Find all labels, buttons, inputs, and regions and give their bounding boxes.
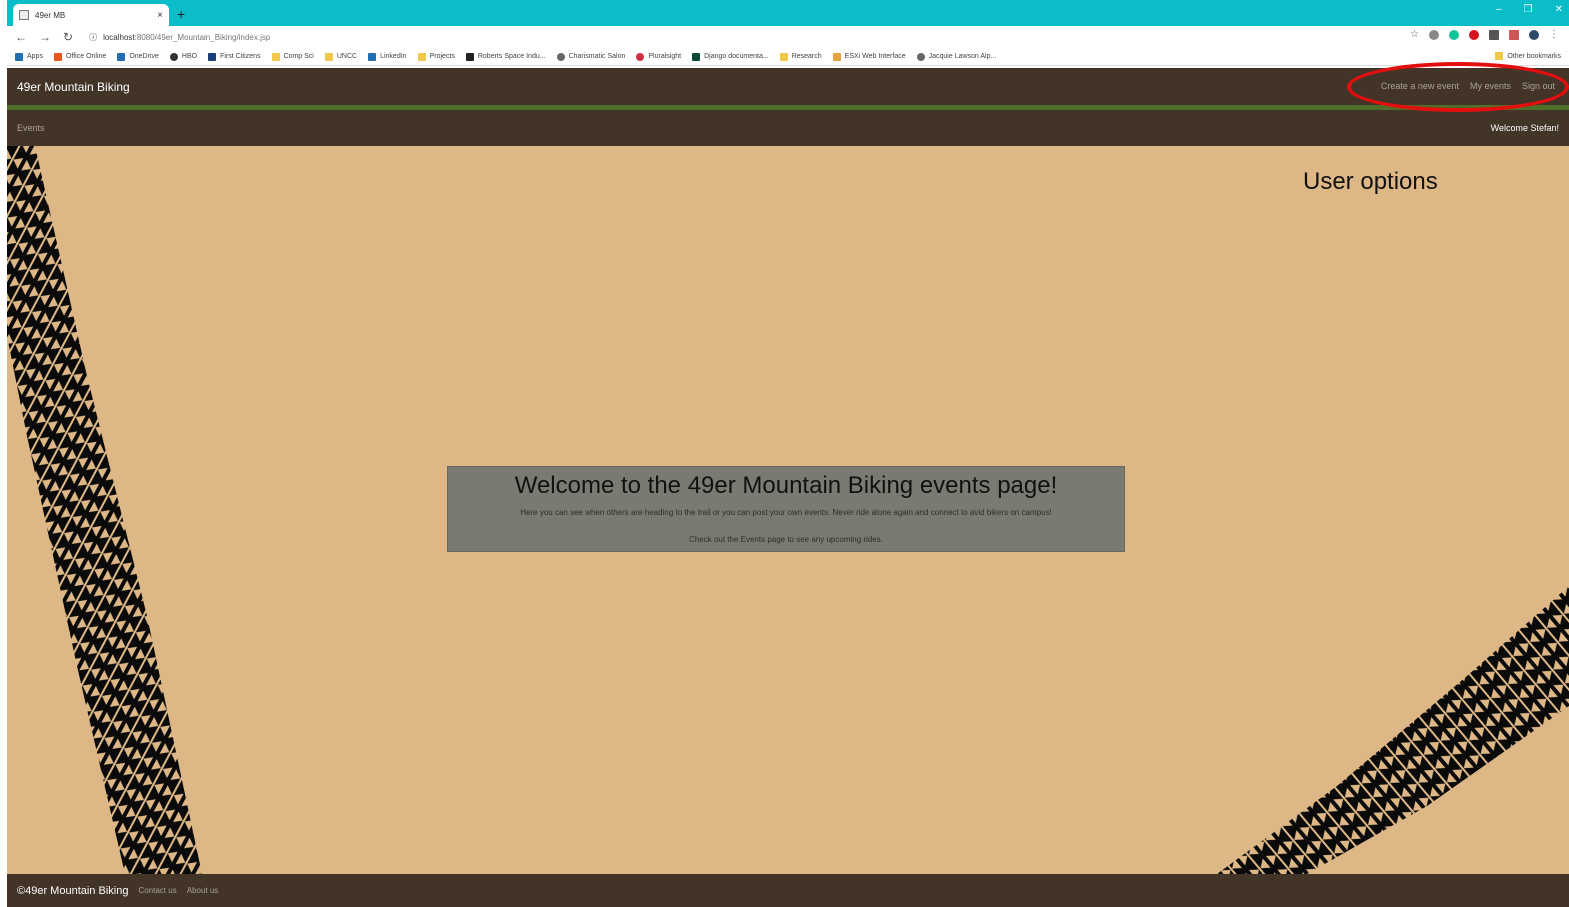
tab-close-icon[interactable]: × xyxy=(157,10,163,21)
welcome-jumbotron: Welcome to the 49er Mountain Biking even… xyxy=(447,466,1125,552)
grammarly-icon[interactable] xyxy=(1449,30,1459,40)
welcome-call-to-action: Check out the Events page to see any upc… xyxy=(689,535,883,544)
bookmark-research[interactable]: Research xyxy=(779,52,822,61)
flag-icon xyxy=(208,52,217,61)
folder-icon xyxy=(417,52,426,61)
tire-track-right xyxy=(1217,586,1569,874)
other-bookmarks[interactable]: Other bookmarks xyxy=(1495,52,1561,60)
bookmark-first-citizens[interactable]: First Citizens xyxy=(208,52,261,61)
info-icon[interactable]: ⓘ xyxy=(89,32,97,43)
bookmark-pluralsight[interactable]: Pluralsight xyxy=(636,52,681,61)
welcome-description: Here you can see when others are heading… xyxy=(520,508,1052,517)
bookmarks-bar: Apps Office Online OneDrive HBO First Ci… xyxy=(7,48,1569,66)
profile-avatar-icon[interactable] xyxy=(1529,30,1539,40)
site-navbar: 49er Mountain Biking Create a new event … xyxy=(7,68,1569,105)
tab-title: 49er MB xyxy=(35,10,66,20)
reload-icon[interactable]: ↻ xyxy=(63,30,73,44)
favicon-icon xyxy=(19,10,29,20)
bookmark-esxi[interactable]: ESXi Web Interface xyxy=(832,52,906,61)
bookmark-comp-sci[interactable]: Comp Sci xyxy=(271,52,314,61)
welcome-user-text: Welcome Stefan! xyxy=(1490,123,1559,133)
django-icon xyxy=(692,52,701,61)
linkedin-icon xyxy=(368,52,377,61)
browser-nav: ← → ↻ xyxy=(15,30,73,44)
bookmark-charismatic-salon[interactable]: Charismatic Salon xyxy=(556,52,625,61)
url-host: localhost xyxy=(103,32,135,42)
cloud-icon xyxy=(117,52,126,61)
contact-us-link[interactable]: Contact us xyxy=(138,886,176,895)
new-tab-button[interactable]: + xyxy=(177,6,185,22)
bookmark-django[interactable]: Django documenta... xyxy=(692,52,769,61)
folder-icon xyxy=(271,52,280,61)
user-options-highlight-ellipse xyxy=(1347,62,1569,112)
folder-icon xyxy=(779,52,788,61)
bookmark-hbo[interactable]: HBO xyxy=(169,52,197,61)
pluralsight-icon xyxy=(636,52,645,61)
office-icon xyxy=(53,52,62,61)
globe-icon xyxy=(556,52,565,61)
address-bar[interactable]: ⓘ localhost:8080/49er_Mountain_Biking/in… xyxy=(89,32,270,43)
about-us-link[interactable]: About us xyxy=(187,886,219,895)
bookmark-projects[interactable]: Projects xyxy=(417,52,455,61)
tire-track-left xyxy=(7,146,202,874)
url-path: :8080/49er_Mountain_Biking/index.jsp xyxy=(134,32,271,42)
bookmark-uncc[interactable]: UNCC xyxy=(324,52,357,61)
minimize-icon[interactable]: – xyxy=(1496,4,1502,15)
folder-icon xyxy=(324,52,333,61)
user-options-annotation: User options xyxy=(1303,168,1438,195)
hbo-icon xyxy=(169,52,178,61)
bookmark-jacquie-lawson[interactable]: Jacquie Lawson Alp... xyxy=(916,52,996,61)
sub-navbar: Events Welcome Stefan! xyxy=(7,110,1569,146)
site-footer: ©49er Mountain Biking Contact us About u… xyxy=(7,874,1569,907)
close-window-icon[interactable]: ✕ xyxy=(1555,4,1563,15)
bookmark-roberts-space[interactable]: Roberts Space Indu... xyxy=(465,52,546,61)
browser-tab[interactable]: 49er MB × xyxy=(13,4,169,26)
screen: 49er MB × + – ❐ ✕ ← → ↻ ⓘ localhost:8080… xyxy=(0,0,1569,907)
bookmark-onedrive[interactable]: OneDrive xyxy=(117,52,159,61)
globe-icon xyxy=(916,52,925,61)
bookmark-linkedin[interactable]: LinkedIn xyxy=(368,52,407,61)
esxi-icon xyxy=(832,52,841,61)
bookmark-apps[interactable]: Apps xyxy=(15,52,43,61)
site-brand[interactable]: 49er Mountain Biking xyxy=(17,80,130,94)
browser-tab-bar: 49er MB × + – ❐ ✕ xyxy=(7,0,1569,26)
window-controls: – ❐ ✕ xyxy=(1496,4,1563,15)
back-arrow-icon[interactable]: ← xyxy=(15,30,27,44)
cast-icon[interactable] xyxy=(1489,30,1499,40)
events-link[interactable]: Events xyxy=(17,123,45,133)
pdf-icon[interactable] xyxy=(1509,30,1519,40)
folder-icon xyxy=(1495,52,1504,60)
browser-toolbar: ← → ↻ ⓘ localhost:8080/49er_Mountain_Bik… xyxy=(7,26,1569,48)
rsi-icon xyxy=(465,52,474,61)
opera-icon[interactable] xyxy=(1469,30,1479,40)
extension-icons: ☆ ⋮ xyxy=(1410,30,1559,40)
bookmark-office-online[interactable]: Office Online xyxy=(53,52,106,61)
footer-copyright: ©49er Mountain Biking xyxy=(17,884,129,897)
forward-arrow-icon[interactable]: → xyxy=(39,30,51,44)
restore-icon[interactable]: ❐ xyxy=(1524,4,1533,15)
extension-icon[interactable] xyxy=(1429,30,1439,40)
main-content: User options Welcome to the 49er Mountai… xyxy=(7,146,1569,874)
apps-grid-icon xyxy=(15,52,23,61)
menu-kebab-icon[interactable]: ⋮ xyxy=(1549,30,1559,40)
star-icon[interactable]: ☆ xyxy=(1410,30,1419,40)
welcome-heading: Welcome to the 49er Mountain Biking even… xyxy=(514,472,1058,499)
